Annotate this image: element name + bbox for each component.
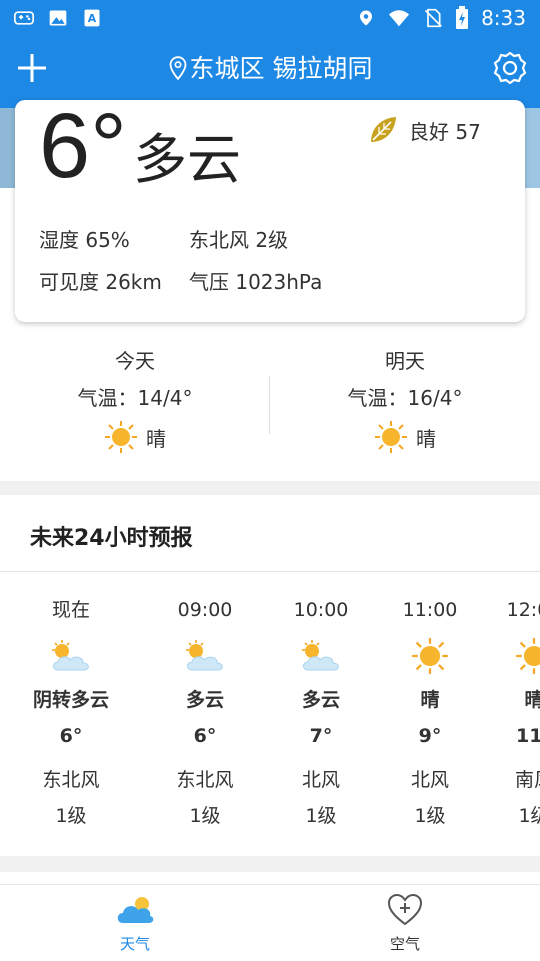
day-condition: 晴 [146, 426, 166, 451]
hour-wind: 东北风 [42, 769, 100, 791]
sun-icon [375, 421, 407, 453]
hour-item[interactable]: 10:00 多云 7° 北风 1级 [261, 572, 381, 828]
hour-wind-level: 1级 [518, 805, 540, 827]
hour-temp: 6° [59, 725, 83, 747]
pressure: 气压 1023hPa [189, 270, 323, 294]
current-condition: 多云 [133, 128, 241, 191]
hour-condition: 晴 [524, 689, 540, 711]
image-icon [49, 10, 67, 26]
hour-condition: 阴转多云 [32, 689, 109, 711]
nav-label: 天气 [119, 935, 150, 953]
gamepad-icon [14, 11, 34, 25]
hour-condition: 多云 [185, 689, 224, 711]
forecast24-list[interactable]: 现在 阴转多云 6° 东北风 1级 09:00 多云 6° 东北风 1级 10: [0, 572, 540, 856]
hour-wind-level: 1级 [414, 805, 446, 827]
hour-wind-level: 1级 [305, 805, 337, 827]
location-pin-icon [169, 56, 186, 81]
weather-cloud-icon [117, 897, 154, 923]
day-today[interactable]: 今天 气温：14/4° 晴 [0, 338, 270, 454]
humidity: 湿度 65% [39, 228, 130, 252]
hour-item[interactable]: 现在 阴转多云 6° 东北风 1级 [11, 572, 131, 828]
heart-plus-icon [387, 893, 423, 926]
hour-wind: 东北风 [176, 769, 234, 791]
day-tomorrow[interactable]: 明天 气温：16/4° 晴 [270, 338, 540, 454]
nav-air[interactable]: 空气 [270, 885, 540, 961]
nav-label: 空气 [389, 935, 420, 953]
section-gap [0, 856, 540, 872]
day-temp: 气温：16/4° [347, 386, 463, 410]
sun-icon [105, 421, 137, 453]
hour-temp: 9° [418, 725, 442, 747]
hour-item[interactable]: 11:00 晴 9° 北风 1级 [370, 572, 490, 828]
day-name: 今天 [115, 349, 155, 373]
current-temperature: 6° [39, 95, 127, 197]
status-bar: A 8:33 [0, 0, 540, 36]
sun-icon [412, 638, 448, 674]
hour-item[interactable]: 12:00 晴 11° 南风 1级 [474, 572, 540, 828]
leaf-icon [371, 117, 396, 142]
daily-summary: 今天 气温：14/4° 晴 明天 气温：16/4° 晴 [0, 338, 540, 468]
text-a-icon: A [84, 9, 100, 27]
hour-temp: 7° [309, 725, 333, 747]
no-sim-icon [424, 8, 443, 28]
hour-temp: 6° [193, 725, 217, 747]
hour-time: 09:00 [177, 599, 233, 621]
visibility: 可见度 26km [39, 270, 162, 294]
partly-cloudy-icon [186, 640, 223, 671]
hour-wind-level: 1级 [55, 805, 87, 827]
current-weather-card: 6° 多云 良好 57 湿度 65% 东北风 2级 可见度 26km 气压 1023… [15, 96, 525, 322]
hour-temp: 11° [516, 725, 540, 747]
partly-cloudy-icon [52, 640, 89, 671]
battery-charging-icon [456, 6, 469, 29]
hour-wind-level: 1级 [189, 805, 221, 827]
status-time: 8:33 [481, 6, 526, 30]
svg-text:A: A [88, 12, 97, 25]
hour-condition: 多云 [301, 689, 340, 711]
location-name: 东城区 锡拉胡同 [189, 54, 373, 83]
hour-time: 现在 [51, 599, 90, 621]
section-gap [0, 481, 540, 495]
hour-condition: 晴 [420, 689, 440, 711]
day-name: 明天 [385, 349, 425, 373]
forecast24-title: 未来24小时预报 [30, 526, 193, 551]
hour-item[interactable]: 09:00 多云 6° 东北风 1级 [145, 572, 265, 828]
location-pin-icon [360, 10, 373, 26]
hour-time: 10:00 [293, 599, 349, 621]
sun-icon [516, 638, 540, 674]
aqi-text: 良好 57 [409, 119, 481, 144]
hour-wind: 南风 [514, 769, 540, 791]
hour-time: 12:00 [506, 599, 540, 621]
bottom-nav: 天气 空气 [0, 884, 540, 961]
wifi-icon [388, 10, 410, 27]
aqi-badge[interactable]: 良好 57 [367, 114, 481, 146]
location-title[interactable]: 东城区 锡拉胡同 [0, 52, 540, 86]
partly-cloudy-icon [302, 640, 339, 671]
day-condition: 晴 [416, 426, 436, 451]
hour-time: 11:00 [402, 599, 458, 621]
settings-gear-icon[interactable] [492, 50, 528, 86]
hour-wind: 北风 [410, 769, 449, 791]
hour-wind: 北风 [301, 769, 340, 791]
wind: 东北风 2级 [189, 228, 289, 252]
nav-weather[interactable]: 天气 [0, 885, 270, 961]
day-temp: 气温：14/4° [77, 386, 193, 410]
